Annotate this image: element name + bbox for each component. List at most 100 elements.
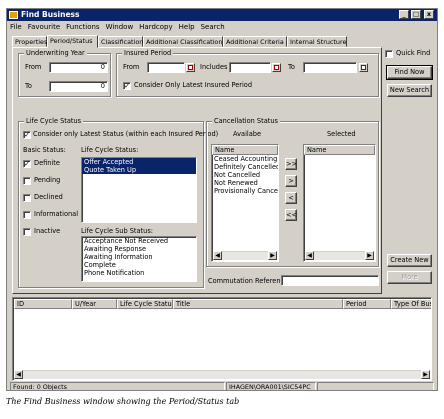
lc-status-list[interactable]: Offer Accepted Quote Taken Up [81, 157, 197, 223]
list-item[interactable]: Definitely Cancelled [212, 163, 278, 171]
col-header-uyear[interactable]: U/Year [72, 299, 117, 309]
list-item[interactable]: Offer Accepted [82, 158, 196, 166]
scroll-right-icon[interactable]: ▶ [268, 251, 277, 260]
col-header-period[interactable]: Period [343, 299, 391, 309]
underwriting-year-group: Underwriting Year From 0 To 0 [18, 49, 111, 97]
lc-consider-latest-checkbox[interactable]: ✓ [23, 131, 31, 139]
available-list[interactable]: Name Ceased Accounting Definitely Cancel… [211, 144, 279, 262]
menu-favourite[interactable]: Favourite [25, 22, 63, 33]
list-item[interactable]: Ceased Accounting [212, 155, 278, 163]
results-hscrollbar[interactable]: ◀ ▶ [14, 370, 430, 379]
window-title: Find Business [21, 10, 80, 19]
tab-classification[interactable]: Classification [98, 36, 143, 47]
basic-status-label: Basic Status: [23, 146, 66, 154]
list-item[interactable]: Awaiting Response [82, 245, 196, 253]
move-all-right-button[interactable]: >> [285, 158, 297, 170]
menu-window[interactable]: Window [103, 22, 137, 33]
quick-find-label: Quick Find [396, 49, 431, 57]
list-item[interactable]: Not Renewed [212, 179, 278, 187]
move-all-left-button[interactable]: << [285, 209, 297, 221]
list-item[interactable]: Phone Notification [82, 269, 196, 277]
available-hscrollbar[interactable]: ◀ ▶ [213, 251, 277, 260]
col-header-id[interactable]: ID [14, 299, 72, 309]
menu-help[interactable]: Help [176, 22, 198, 33]
ip-consider-latest-label: Consider Only Latest Insured Period [134, 81, 253, 89]
ip-includes-label: Includes [200, 63, 228, 71]
ip-from-input[interactable] [147, 62, 185, 73]
ip-to-calendar-icon[interactable] [359, 63, 368, 72]
lc-sub-status-label: Life Cycle Sub Status: [81, 227, 153, 235]
life-cycle-status-title: Life Cycle Status [24, 117, 84, 125]
basic-declined-checkbox[interactable] [23, 194, 31, 202]
list-item[interactable]: Not Cancelled [212, 171, 278, 179]
ip-includes-calendar-icon[interactable] [272, 63, 281, 72]
lc-consider-latest-label: Consider only Latest Status (within each… [33, 130, 219, 138]
available-label: Availabe [233, 130, 262, 138]
list-item[interactable]: Quote Taken Up [82, 166, 196, 174]
list-item[interactable]: Awaiting Information [82, 253, 196, 261]
menu-hardcopy[interactable]: Hardcopy [136, 22, 175, 33]
more-button[interactable]: More [387, 271, 432, 284]
ip-consider-latest-checkbox[interactable]: ✓ [123, 82, 131, 90]
find-now-button[interactable]: Find Now [386, 65, 433, 80]
ip-to-label: To [288, 63, 295, 71]
selected-name-header[interactable]: Name [304, 145, 375, 155]
figure-caption: The Find Business window showing the Per… [6, 397, 240, 406]
app-icon [9, 11, 18, 19]
lc-sub-status-list[interactable]: Acceptance Not Received Awaiting Respons… [81, 236, 197, 282]
create-new-button[interactable]: Create New [387, 254, 432, 267]
scroll-right-icon[interactable]: ▶ [421, 370, 430, 379]
tab-period-status[interactable]: Period/Status [47, 35, 98, 48]
results-table[interactable]: ID U/Year Life Cycle Status Title Period… [12, 297, 432, 381]
basic-inactive-label: Inactive [34, 227, 61, 235]
move-left-button[interactable]: < [285, 192, 297, 204]
tab-internal-structure[interactable]: Internal Structure [287, 36, 347, 47]
tab-properties[interactable]: Properties [12, 36, 47, 47]
basic-declined-label: Declined [34, 193, 63, 201]
col-header-life-cycle-status[interactable]: Life Cycle Status [117, 299, 173, 309]
minimize-button[interactable]: _ [399, 10, 409, 19]
tab-additional-criteria[interactable]: Additional Criteria [223, 36, 287, 47]
basic-informational-checkbox[interactable] [23, 211, 31, 219]
list-item[interactable]: Complete [82, 261, 196, 269]
tab-additional-classification[interactable]: Additional Classification [143, 36, 223, 47]
ip-from-calendar-icon[interactable] [186, 63, 195, 72]
basic-inactive-checkbox[interactable] [23, 228, 31, 236]
ip-includes-input[interactable] [229, 62, 271, 73]
new-search-button[interactable]: New Search [387, 84, 432, 97]
menu-functions[interactable]: Functions [63, 22, 102, 33]
uw-from-input[interactable]: 0 [49, 62, 108, 73]
basic-definite-checkbox[interactable]: ✓ [23, 160, 31, 168]
underwriting-year-title: Underwriting Year [24, 49, 87, 57]
insured-period-group: Insured Period From Includes To ✓ Consid… [116, 49, 379, 97]
col-header-type-of-business[interactable]: Type Of Busin [391, 299, 431, 309]
scroll-left-icon[interactable]: ◀ [213, 251, 222, 260]
list-item[interactable]: Provisionally Cancelled [212, 187, 278, 195]
close-button[interactable]: x [424, 10, 434, 19]
menu-file[interactable]: File [7, 22, 25, 33]
basic-pending-checkbox[interactable] [23, 177, 31, 185]
list-item[interactable]: Acceptance Not Received [82, 237, 196, 245]
selected-hscrollbar[interactable]: ◀ ▶ [305, 251, 374, 260]
commutation-reference-label: Commutation Reference [208, 277, 289, 285]
available-name-header[interactable]: Name [212, 145, 278, 155]
menu-search[interactable]: Search [198, 22, 228, 33]
ip-to-input[interactable] [303, 62, 357, 73]
selected-label: Selected [327, 130, 356, 138]
scroll-right-icon[interactable]: ▶ [365, 251, 374, 260]
selected-list[interactable]: Name ◀ ▶ [303, 144, 376, 262]
quick-find-checkbox[interactable] [385, 50, 393, 58]
move-right-button[interactable]: > [285, 175, 297, 187]
col-header-title[interactable]: Title [173, 299, 343, 309]
cancellation-status-group: Cancellation Status Availabe Selected Na… [206, 117, 379, 267]
basic-pending-label: Pending [34, 176, 61, 184]
scroll-left-icon[interactable]: ◀ [305, 251, 314, 260]
scroll-left-icon[interactable]: ◀ [14, 370, 23, 379]
ip-from-label: From [123, 63, 140, 71]
basic-definite-label: Definite [34, 159, 60, 167]
insured-period-title: Insured Period [122, 49, 174, 57]
uw-to-input[interactable]: 0 [49, 81, 108, 92]
commutation-reference-input[interactable] [281, 275, 379, 286]
basic-informational-label: Informational [34, 210, 79, 218]
maximize-button[interactable]: □ [411, 10, 421, 19]
